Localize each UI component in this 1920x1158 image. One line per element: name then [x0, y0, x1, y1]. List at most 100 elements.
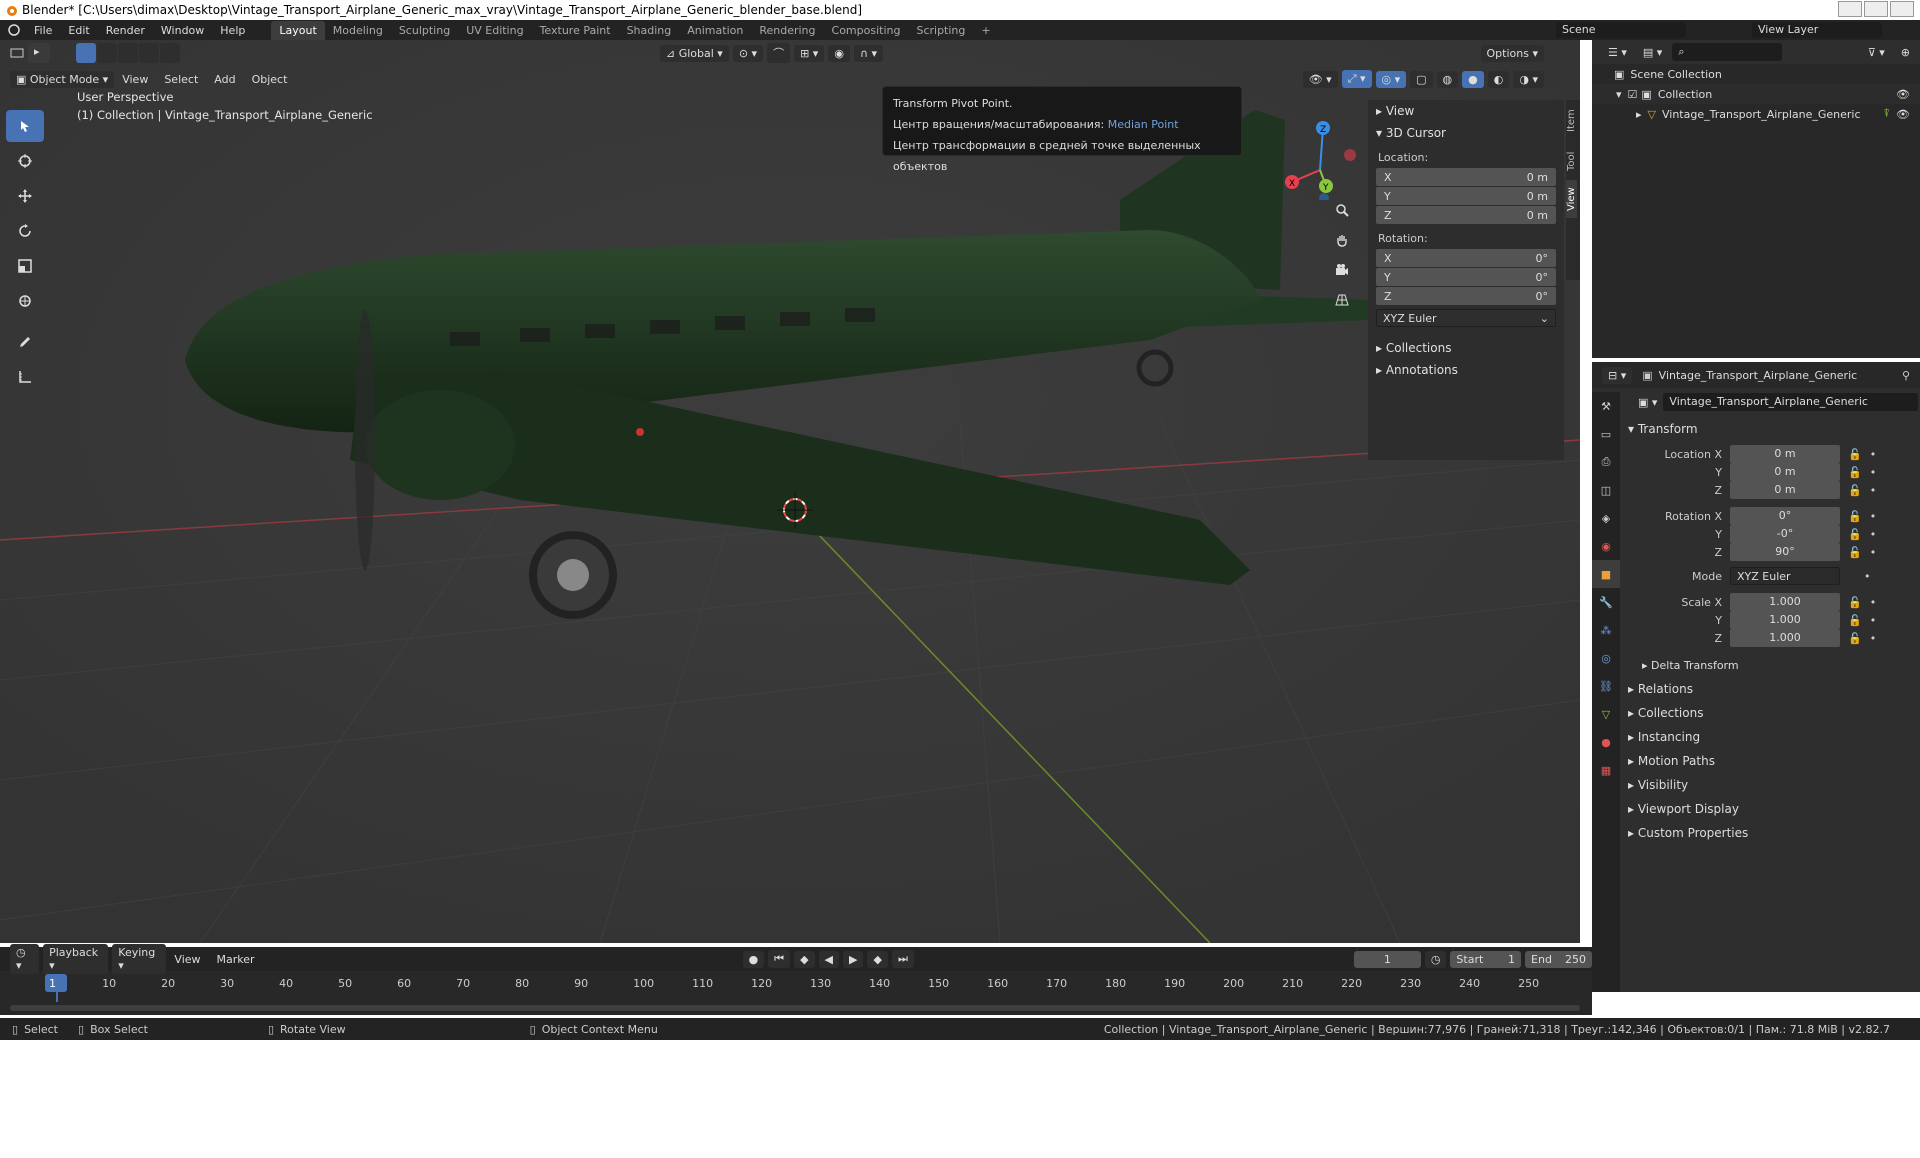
viewport-menu-select[interactable]: Select [156, 73, 206, 86]
rotate-tool[interactable] [6, 215, 44, 247]
menu-window[interactable]: Window [153, 24, 212, 37]
cursor-tool[interactable] [6, 145, 44, 177]
lock-icon[interactable]: 🔓 [1848, 528, 1862, 541]
solid-shading-button[interactable]: ● [1462, 70, 1484, 88]
transform-tool[interactable] [6, 285, 44, 317]
tab-layout[interactable]: Layout [271, 20, 325, 40]
keyframe-dot-icon[interactable]: • [1870, 596, 1877, 609]
tab-compositing[interactable]: Compositing [824, 21, 909, 40]
rotation-z-field[interactable]: 90° [1730, 543, 1840, 561]
tab-item[interactable]: Item [1566, 100, 1577, 142]
rotation-x-field[interactable]: 0° [1730, 507, 1840, 525]
play-reverse-button[interactable]: ◀ [818, 950, 840, 968]
outliner-scene-collection[interactable]: ▣ Scene Collection [1592, 64, 1920, 84]
jump-start-button[interactable]: ⏮ [768, 950, 791, 968]
minimize-button[interactable] [1838, 1, 1862, 17]
menu-file[interactable]: File [26, 24, 60, 37]
next-keyframe-button[interactable]: ◆ [867, 950, 888, 968]
3d-viewport[interactable]: ▸ ⊿ Global ▾ ⊙ ▾ ⌒ ⊞ ▾ ◉ ∩ ▾ Options ▾ ▣… [0, 40, 1580, 943]
prev-keyframe-button[interactable]: ◆ [794, 950, 815, 968]
scene-properties-tab[interactable]: ◈ [1592, 504, 1620, 532]
collections-panel-header[interactable]: ▸ Collections [1628, 702, 1703, 724]
visibility-dropdown[interactable]: 👁 ▾ [1302, 70, 1338, 88]
outliner-editor-type-icon[interactable]: ☰ ▾ [1602, 43, 1633, 61]
select-extend-icon[interactable] [97, 43, 117, 63]
select-mode-icon[interactable]: ▸ [28, 43, 50, 63]
tab-uv-editing[interactable]: UV Editing [458, 21, 531, 40]
keyframe-dot-icon[interactable]: • [1870, 632, 1877, 645]
motion-paths-panel-header[interactable]: ▸ Motion Paths [1628, 750, 1715, 772]
view-layer-properties-tab[interactable]: ◫ [1592, 476, 1620, 504]
tab-sculpting[interactable]: Sculpting [391, 21, 458, 40]
cursor-location-y[interactable]: Y 0 m [1376, 187, 1556, 205]
select-new-icon[interactable] [76, 43, 96, 63]
editor-type-icon[interactable] [10, 46, 24, 60]
measure-tool[interactable] [6, 361, 44, 393]
texture-properties-tab[interactable]: ▦ [1592, 756, 1620, 784]
menu-help[interactable]: Help [212, 24, 253, 37]
annotations-panel-header[interactable]: ▸ Annotations [1368, 359, 1564, 381]
transform-panel-header[interactable]: ▾ Transform [1628, 418, 1698, 440]
xray-toggle[interactable]: ▢ [1410, 70, 1433, 88]
tab-scripting[interactable]: Scripting [908, 21, 973, 40]
object-name-value[interactable]: Vintage_Transport_Airplane_Generic [1663, 393, 1918, 411]
ortho-toggle-button[interactable] [1330, 288, 1354, 312]
cursor-rotation-mode-dropdown[interactable]: XYZ Euler ⌄ [1376, 309, 1556, 327]
checkbox-icon[interactable]: ☑ [1628, 88, 1638, 101]
select-box-tool[interactable] [6, 110, 44, 142]
eye-icon[interactable]: 👁 [1896, 108, 1910, 121]
location-x-field[interactable]: 0 m [1730, 445, 1840, 463]
filter-icon[interactable]: ⊽ ▾ [1861, 43, 1891, 61]
eye-icon[interactable]: 👁 [1896, 88, 1910, 101]
navigation-gizmo[interactable]: Z X Y [1280, 110, 1360, 200]
view-layer-selector[interactable]: View Layer [1752, 22, 1882, 38]
timeline-scrollbar[interactable] [10, 1005, 1580, 1011]
properties-editor-type-icon[interactable]: ⊟ ▾ [1602, 366, 1633, 384]
gizmo-toggle[interactable]: ⤢ ▾ [1341, 70, 1372, 88]
snap-target-dropdown[interactable]: ⊞ ▾ [794, 44, 825, 62]
instancing-panel-header[interactable]: ▸ Instancing [1628, 726, 1700, 748]
rendered-shading-button[interactable]: ◑ ▾ [1513, 70, 1544, 88]
cursor-panel-header[interactable]: ▾ 3D Cursor [1368, 122, 1564, 144]
viewport-menu-view[interactable]: View [114, 73, 156, 86]
display-mode-icon[interactable]: ▤ ▾ [1636, 43, 1669, 61]
cursor-location-x[interactable]: X 0 m [1376, 168, 1556, 186]
viewport-display-panel-header[interactable]: ▸ Viewport Display [1628, 798, 1739, 820]
scale-tool[interactable] [6, 250, 44, 282]
lock-icon[interactable]: 🔓 [1848, 596, 1862, 609]
physics-properties-tab[interactable]: ◎ [1592, 644, 1620, 672]
material-properties-tab[interactable]: ● [1592, 728, 1620, 756]
play-button[interactable]: ▶ [843, 950, 864, 968]
keyframe-dot-icon[interactable]: • [1870, 546, 1877, 559]
outliner-collection[interactable]: ▾ ☑ ▣ Collection 👁 [1592, 84, 1920, 104]
tab-animation[interactable]: Animation [679, 21, 751, 40]
record-button[interactable]: ● [742, 950, 765, 968]
location-y-field[interactable]: 0 m [1730, 463, 1840, 481]
pan-view-button[interactable] [1330, 228, 1354, 252]
keying-dropdown[interactable]: Keying ▾ [112, 944, 167, 974]
close-button[interactable] [1890, 1, 1914, 17]
tab-modeling[interactable]: Modeling [325, 21, 391, 40]
pin-icon[interactable]: ⚲ [1902, 369, 1910, 382]
wireframe-shading-button[interactable]: ◍ [1436, 70, 1459, 88]
end-frame-field[interactable]: End 250 [1525, 950, 1592, 968]
render-properties-tab[interactable]: ▭ [1592, 420, 1620, 448]
blender-menu-icon[interactable] [6, 23, 20, 37]
outliner-search-input[interactable]: ⌕ [1672, 43, 1783, 61]
playback-dropdown[interactable]: Playback ▾ [43, 944, 109, 974]
tab-rendering[interactable]: Rendering [751, 21, 823, 40]
scale-y-field[interactable]: 1.000 [1730, 611, 1840, 629]
particles-properties-tab[interactable]: ⁂ [1592, 616, 1620, 644]
annotate-tool[interactable] [6, 326, 44, 358]
keyframe-dot-icon[interactable]: • [1870, 510, 1877, 523]
rotation-mode-dropdown[interactable]: XYZ Euler [1730, 567, 1840, 585]
object-name-field[interactable]: ▣ ▾ Vintage_Transport_Airplane_Generic [1628, 392, 1920, 412]
scene-selector[interactable]: Scene [1556, 22, 1686, 38]
tab-view[interactable]: View [1566, 180, 1577, 218]
world-properties-tab[interactable]: ◉ [1592, 532, 1620, 560]
lock-icon[interactable]: 🔓 [1848, 448, 1862, 461]
new-collection-icon[interactable]: ⊕ [1894, 43, 1916, 61]
cursor-location-z[interactable]: Z 0 m [1376, 206, 1556, 224]
camera-view-button[interactable] [1330, 258, 1354, 282]
proportional-falloff-dropdown[interactable]: ∩ ▾ [853, 44, 884, 62]
